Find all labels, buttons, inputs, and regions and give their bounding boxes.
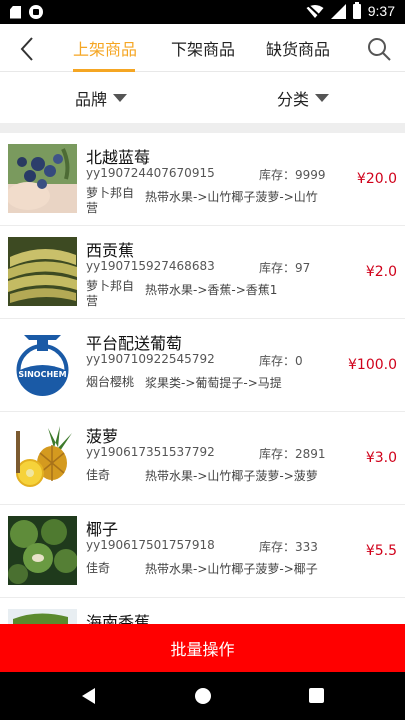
wifi-off-icon <box>306 3 324 19</box>
product-thumbnail <box>8 423 77 492</box>
logo-text: SINOCHEM <box>18 370 66 379</box>
product-vendor: 萝卜邦自营 <box>86 186 135 215</box>
chevron-left-icon <box>20 37 33 61</box>
product-price: ¥20.0 <box>356 171 397 187</box>
clock: 9:37 <box>367 3 395 19</box>
product-thumbnail <box>8 144 77 213</box>
caret-down-icon <box>113 94 128 102</box>
screen: 9:37 上架商品 下架商品 缺货商品 品牌 分类 北越蓝莓 yy1907244… <box>0 0 405 720</box>
active-tab-indicator <box>73 69 135 72</box>
tab-out-of-stock[interactable]: 缺货商品 <box>264 24 332 72</box>
category-filter[interactable]: 分类 <box>277 73 330 123</box>
app-notification-icon <box>29 5 43 19</box>
product-sku: yy190617351537792 <box>86 445 215 459</box>
product-stock: 库存：2891 <box>259 447 326 461</box>
product-price: ¥2.0 <box>365 264 397 280</box>
product-row[interactable]: 海南香蕉 <box>0 598 405 624</box>
product-row[interactable]: 菠萝 yy190617351537792 库存：2891 佳奇 热带水果->山竹… <box>0 412 405 505</box>
caret-down-icon <box>315 94 330 102</box>
brand-filter-label: 品牌 <box>75 90 108 109</box>
product-thumbnail: SINOCHEM <box>8 330 77 399</box>
product-row[interactable]: 椰子 yy190617501757918 库存：333 佳奇 热带水果->山竹椰… <box>0 505 405 598</box>
battery-icon <box>352 1 361 19</box>
product-category: 热带水果->山竹椰子菠萝->山竹 <box>145 190 318 204</box>
product-price: ¥3.0 <box>365 450 397 466</box>
nav-back-icon[interactable] <box>82 688 95 704</box>
product-category: 热带水果->山竹椰子菠萝->菠萝 <box>145 469 318 483</box>
back-button[interactable] <box>12 34 42 64</box>
product-thumbnail <box>8 609 77 624</box>
product-stock: 库存：97 <box>259 261 311 275</box>
search-button[interactable] <box>365 35 393 63</box>
tab-off-shelf[interactable]: 下架商品 <box>169 24 237 72</box>
product-stock: 库存：9999 <box>259 168 326 182</box>
sd-card-icon <box>10 5 21 19</box>
product-name: 西贡蕉 <box>86 241 135 260</box>
product-row[interactable]: SINOCHEM 平台配送葡萄 yy190710922545792 库存：0 烟… <box>0 319 405 412</box>
system-nav-bar <box>0 672 405 720</box>
product-vendor: 佳奇 <box>86 468 111 482</box>
category-filter-label: 分类 <box>277 90 310 109</box>
filter-bar: 品牌 分类 <box>0 73 405 123</box>
product-vendor: 烟台樱桃 <box>86 375 135 389</box>
nav-recents-icon[interactable] <box>309 688 324 703</box>
product-sku: yy190724407670915 <box>86 166 215 180</box>
product-category: 热带水果->山竹椰子菠萝->椰子 <box>145 562 318 576</box>
product-vendor: 萝卜邦自营 <box>86 279 135 308</box>
search-icon <box>368 38 391 61</box>
product-stock: 库存：333 <box>259 540 318 554</box>
tab-on-shelf[interactable]: 上架商品 <box>72 24 138 72</box>
product-name: 海南香蕉 <box>86 613 151 624</box>
product-thumbnail <box>8 237 77 306</box>
status-bar: 9:37 <box>0 0 405 24</box>
product-sku: yy190710922545792 <box>86 352 215 366</box>
app-header: 上架商品 下架商品 缺货商品 <box>0 24 405 72</box>
product-vendor: 佳奇 <box>86 561 111 575</box>
product-stock: 库存：0 <box>259 354 303 368</box>
product-name: 平台配送葡萄 <box>86 334 183 353</box>
product-price: ¥100.0 <box>348 357 397 373</box>
product-sku: yy190715927468683 <box>86 259 215 273</box>
signal-icon <box>330 3 346 19</box>
product-row[interactable]: 北越蓝莓 yy190724407670915 库存：9999 萝卜邦自营 热带水… <box>0 133 405 226</box>
product-thumbnail <box>8 516 77 585</box>
product-category: 浆果类->葡萄提子->马提 <box>145 376 282 390</box>
brand-filter[interactable]: 品牌 <box>75 73 128 123</box>
product-name: 椰子 <box>86 520 119 539</box>
batch-operation-button[interactable]: 批量操作 <box>0 624 405 672</box>
product-price: ¥5.5 <box>365 543 397 559</box>
product-list: 北越蓝莓 yy190724407670915 库存：9999 萝卜邦自营 热带水… <box>0 133 405 624</box>
nav-home-icon[interactable] <box>195 688 211 704</box>
product-row[interactable]: 西贡蕉 yy190715927468683 库存：97 萝卜邦自营 热带水果->… <box>0 226 405 319</box>
product-name: 菠萝 <box>86 427 119 446</box>
product-name: 北越蓝莓 <box>86 148 151 167</box>
product-category: 热带水果->香蕉->香蕉1 <box>145 283 278 297</box>
section-divider <box>0 123 405 133</box>
product-sku: yy190617501757918 <box>86 538 215 552</box>
